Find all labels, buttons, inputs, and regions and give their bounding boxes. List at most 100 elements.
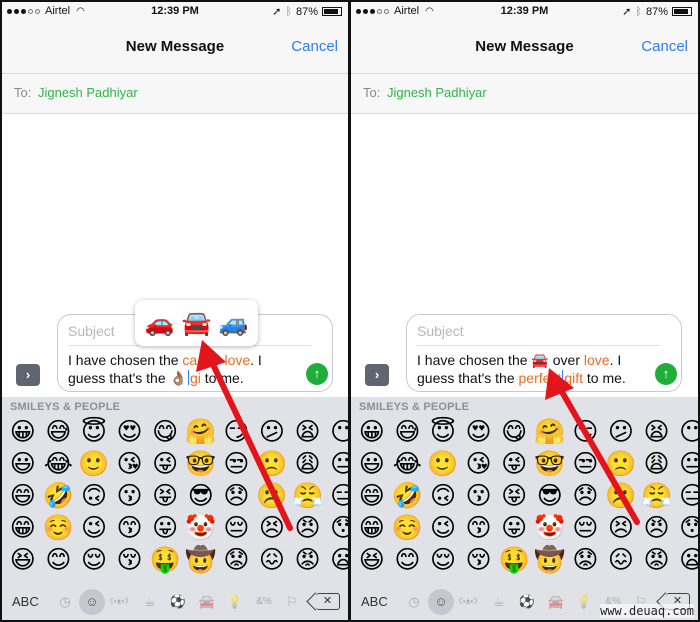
emoji-option-oncoming-car[interactable]: 🚘: [182, 309, 212, 338]
travel-icon[interactable]: 🚘: [196, 591, 218, 613]
activity-icon[interactable]: ⚽: [516, 591, 538, 613]
flags-icon[interactable]: ⚐: [281, 591, 303, 613]
emoji-key[interactable]: 😌: [425, 544, 461, 576]
emoji-key[interactable]: ☺️: [41, 512, 77, 544]
emoji-key[interactable]: 🤑: [496, 544, 532, 576]
smileys-icon[interactable]: ☺: [428, 589, 454, 615]
delete-key[interactable]: ✕: [316, 593, 340, 610]
emoji-key[interactable]: 😫: [290, 416, 326, 448]
objects-icon[interactable]: 💡: [224, 591, 246, 613]
subject-input[interactable]: Subject: [417, 323, 464, 339]
abc-button[interactable]: ABC: [12, 594, 39, 609]
emoji-option-blue-suv[interactable]: 🚙: [219, 309, 249, 338]
emoji-key[interactable]: 😦: [674, 544, 698, 576]
emoji-key[interactable]: 🤣: [41, 480, 77, 512]
emoji-key[interactable]: 🤠: [183, 544, 219, 576]
animals-icon[interactable]: ʕ•ᴥ•ʔ: [108, 591, 130, 613]
emoji-key[interactable]: 😡: [639, 544, 675, 576]
emoji-key[interactable]: 😚: [461, 544, 497, 576]
emoji-key[interactable]: 😞: [568, 480, 604, 512]
emoji-key[interactable]: 😏: [568, 416, 604, 448]
emoji-key[interactable]: 😙: [112, 512, 148, 544]
emoji-key[interactable]: 🙃: [425, 480, 461, 512]
emoji-replaceable-word[interactable]: gift: [564, 370, 583, 386]
message-input[interactable]: I have chosen the 🚘 over love. I guess t…: [417, 351, 651, 387]
emoji-key[interactable]: 😆: [5, 544, 41, 576]
emoji-key[interactable]: 😍: [461, 416, 497, 448]
emoji-key[interactable]: 🙃: [76, 480, 112, 512]
recent-icon[interactable]: ◷: [403, 591, 425, 613]
emoji-key[interactable]: 😣: [254, 512, 290, 544]
emoji-key[interactable]: 😎: [183, 480, 219, 512]
emoji-key[interactable]: 🤓: [532, 448, 568, 480]
cancel-button[interactable]: Cancel: [641, 38, 688, 55]
emoji-key[interactable]: ☺️: [390, 512, 426, 544]
emoji-key[interactable]: 😫: [639, 416, 675, 448]
emoji-key[interactable]: 🙁: [603, 448, 639, 480]
emoji-key[interactable]: 😜: [496, 448, 532, 480]
recipient-name[interactable]: Jignesh Padhiyar: [38, 85, 138, 100]
recent-icon[interactable]: ◷: [54, 591, 76, 613]
emoji-key[interactable]: 😤: [290, 480, 326, 512]
travel-icon[interactable]: 🚘: [545, 591, 567, 613]
emoji-key[interactable]: 😤: [639, 480, 675, 512]
emoji-key[interactable]: 😠: [290, 512, 326, 544]
emoji-key[interactable]: ☹️: [603, 480, 639, 512]
emoji-key[interactable]: 😯: [325, 512, 348, 544]
emoji-replaceable-word[interactable]: perfect: [519, 370, 562, 386]
emoji-key[interactable]: 🤑: [147, 544, 183, 576]
emoji-key[interactable]: 😟: [219, 544, 255, 576]
expand-apps-button[interactable]: ›: [16, 364, 40, 386]
compose-box[interactable]: Subject I have chosen the 🚘 over love. I…: [406, 314, 682, 392]
emoji-key[interactable]: 😙: [461, 512, 497, 544]
emoji-key[interactable]: ☹️: [254, 480, 290, 512]
animals-icon[interactable]: ʕ•ᴥ•ʔ: [457, 591, 479, 613]
emoji-key[interactable]: 😩: [639, 448, 675, 480]
emoji-key[interactable]: 😋: [496, 416, 532, 448]
emoji-key[interactable]: 😉: [425, 512, 461, 544]
emoji-key[interactable]: 😗: [461, 480, 497, 512]
emoji-key[interactable]: 🤡: [532, 512, 568, 544]
symbols-icon[interactable]: &%: [253, 591, 275, 613]
emoji-key[interactable]: 😖: [254, 544, 290, 576]
emoji-key[interactable]: 🙁: [254, 448, 290, 480]
emoji-key[interactable]: 😁: [354, 512, 390, 544]
emoji-key[interactable]: 😠: [639, 512, 675, 544]
emoji-key[interactable]: 😡: [290, 544, 326, 576]
smileys-icon[interactable]: ☺: [79, 589, 105, 615]
emoji-key[interactable]: 😑: [674, 480, 698, 512]
emoji-key[interactable]: 😇: [425, 416, 461, 448]
cancel-button[interactable]: Cancel: [291, 38, 338, 55]
emoji-key[interactable]: 😍: [112, 416, 148, 448]
emoji-replaceable-word[interactable]: love: [584, 352, 610, 368]
emoji-key[interactable]: 🤗: [532, 416, 568, 448]
emoji-key[interactable]: 😣: [603, 512, 639, 544]
emoji-key[interactable]: 😉: [76, 512, 112, 544]
emoji-key[interactable]: 🙂: [425, 448, 461, 480]
emoji-replaceable-word[interactable]: gi: [190, 370, 201, 386]
emoji-key[interactable]: 😊: [390, 544, 426, 576]
emoji-key[interactable]: 😋: [147, 416, 183, 448]
emoji-key[interactable]: 🤓: [183, 448, 219, 480]
expand-apps-button[interactable]: ›: [365, 364, 389, 386]
emoji-key[interactable]: 🙂: [76, 448, 112, 480]
emoji-key[interactable]: 😊: [41, 544, 77, 576]
food-icon[interactable]: ☕: [139, 591, 161, 613]
emoji-key[interactable]: 😶: [325, 416, 348, 448]
emoji-key[interactable]: 😦: [325, 544, 348, 576]
emoji-key[interactable]: 😆: [354, 544, 390, 576]
emoji-key[interactable]: 😩: [290, 448, 326, 480]
emoji-key[interactable]: 😐: [674, 448, 698, 480]
emoji-key[interactable]: 😄: [5, 480, 41, 512]
emoji-key[interactable]: 😒: [568, 448, 604, 480]
emoji-key[interactable]: 😕: [603, 416, 639, 448]
emoji-key[interactable]: 😃: [354, 448, 390, 480]
abc-button[interactable]: ABC: [361, 594, 388, 609]
emoji-key[interactable]: 🤠: [532, 544, 568, 576]
emoji-key[interactable]: 😃: [5, 448, 41, 480]
emoji-key[interactable]: 🤣: [390, 480, 426, 512]
emoji-key[interactable]: 😌: [76, 544, 112, 576]
emoji-key[interactable]: 😗: [112, 480, 148, 512]
emoji-key[interactable]: 😅: [390, 416, 426, 448]
emoji-key[interactable]: 😔: [219, 512, 255, 544]
